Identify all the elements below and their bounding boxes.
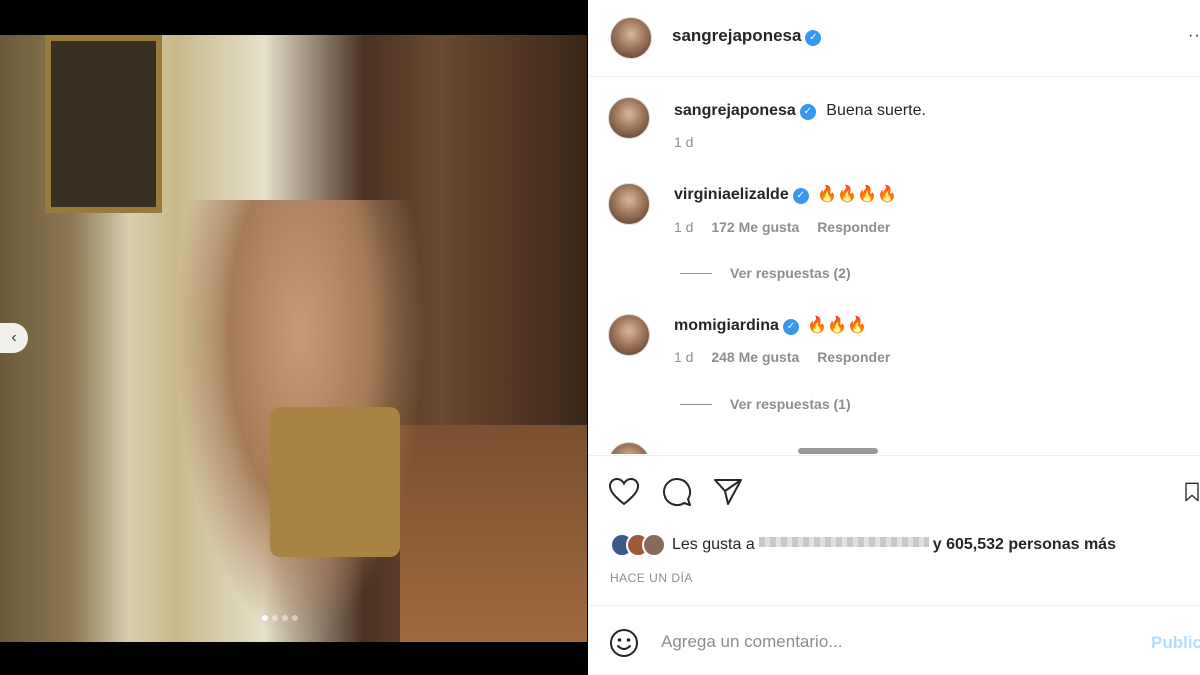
post-details-panel: sangrejaponesa✓ ··· sangrejaponesa✓ Buen…: [588, 0, 1200, 675]
comment-username[interactable]: virginiaelizalde: [674, 186, 789, 203]
avatar[interactable]: [608, 314, 650, 356]
author-username[interactable]: sangrejaponesa ✓: [672, 26, 822, 46]
avatar[interactable]: [608, 183, 650, 225]
like-button[interactable]: [608, 476, 640, 508]
likes-summary[interactable]: Les gusta a y 605,532 personas más: [610, 533, 1116, 557]
comment-time[interactable]: 1 d: [674, 219, 693, 235]
comment-likes[interactable]: 172 Me gusta: [711, 219, 799, 235]
likes-prefix: Les gusta a: [672, 536, 755, 553]
more-options-icon[interactable]: ···: [1188, 27, 1200, 45]
comment-input[interactable]: [661, 632, 1131, 652]
comment-partial-text: [798, 448, 878, 454]
comment-username[interactable]: momigiardina: [674, 317, 779, 334]
liker-avatar: [642, 533, 666, 557]
carousel-dot[interactable]: [262, 615, 268, 621]
likes-text: Les gusta a y 605,532 personas más: [672, 536, 1116, 554]
verified-badge-icon: ✓: [799, 104, 816, 120]
bookmark-icon: [1185, 482, 1199, 502]
carousel-dots: [262, 615, 298, 621]
comment-meta: 1 d: [674, 134, 707, 150]
verified-badge-icon: ✓: [792, 188, 809, 204]
actions-section: Les gusta a y 605,532 personas más HACE U…: [588, 455, 1200, 605]
emoji-icon: [610, 629, 638, 657]
post-comment-button[interactable]: Publicar: [1151, 633, 1200, 653]
carousel-dot[interactable]: [292, 615, 298, 621]
divider: [680, 273, 712, 274]
floor: [400, 425, 587, 642]
reply-button[interactable]: Responder: [817, 349, 890, 365]
comment-time[interactable]: 1 d: [674, 349, 693, 365]
obscured-username: [758, 537, 929, 547]
verified-badge-icon: ✓: [782, 319, 799, 335]
chevron-left-icon: ‹: [11, 329, 17, 346]
comment-button[interactable]: [661, 476, 693, 508]
save-button[interactable]: [1184, 476, 1200, 508]
garment: [270, 407, 400, 557]
comment-line: momigiardina ✓ 🔥🔥🔥: [674, 315, 867, 335]
avatar[interactable]: [608, 97, 650, 139]
view-replies-label: Ver respuestas (1): [730, 396, 851, 412]
post-header: sangrejaponesa✓ ···: [588, 0, 1200, 77]
comment-text: 🔥🔥🔥🔥: [817, 186, 897, 203]
divider: [680, 404, 712, 405]
post-timestamp[interactable]: HACE UN DÍA: [610, 571, 693, 585]
comment-meta: 1 d 248 Me gusta Responder: [674, 349, 904, 365]
likes-count[interactable]: y 605,532 personas más: [933, 536, 1116, 553]
comment-item-partial: [608, 442, 1108, 454]
verified-badge-icon: ✓: [805, 30, 822, 46]
view-replies-label: Ver respuestas (2): [730, 265, 851, 281]
reply-button[interactable]: Responder: [817, 219, 890, 235]
comment-likes[interactable]: 248 Me gusta: [711, 349, 799, 365]
comment-text: 🔥🔥🔥: [807, 317, 868, 334]
post-photo[interactable]: [0, 35, 587, 642]
comment-icon: [663, 478, 691, 506]
comment-line: sangrejaponesa ✓ Buena suerte.: [674, 102, 926, 120]
author-username-text[interactable]: sangrejaponesa: [672, 26, 801, 45]
view-replies-button[interactable]: Ver respuestas (2): [680, 265, 851, 281]
avatar[interactable]: [610, 17, 652, 59]
add-comment-bar: Publicar: [588, 605, 1200, 675]
carousel-dot[interactable]: [272, 615, 278, 621]
view-replies-button[interactable]: Ver respuestas (1): [680, 396, 851, 412]
avatar[interactable]: [608, 442, 650, 454]
wall-painting: [45, 35, 162, 213]
comment-line: virginiaelizalde ✓ 🔥🔥🔥🔥: [674, 184, 897, 204]
emoji-button[interactable]: [609, 628, 639, 658]
carousel-dot[interactable]: [282, 615, 288, 621]
comment-text: Buena suerte.: [826, 102, 926, 119]
comment-username[interactable]: sangrejaponesa: [674, 102, 796, 119]
share-icon: [714, 479, 742, 505]
comment-time[interactable]: 1 d: [674, 134, 693, 150]
heart-icon: [609, 478, 639, 506]
comment-meta: 1 d 172 Me gusta Responder: [674, 219, 904, 235]
post-media: ‹: [0, 0, 587, 675]
share-button[interactable]: [712, 476, 744, 508]
